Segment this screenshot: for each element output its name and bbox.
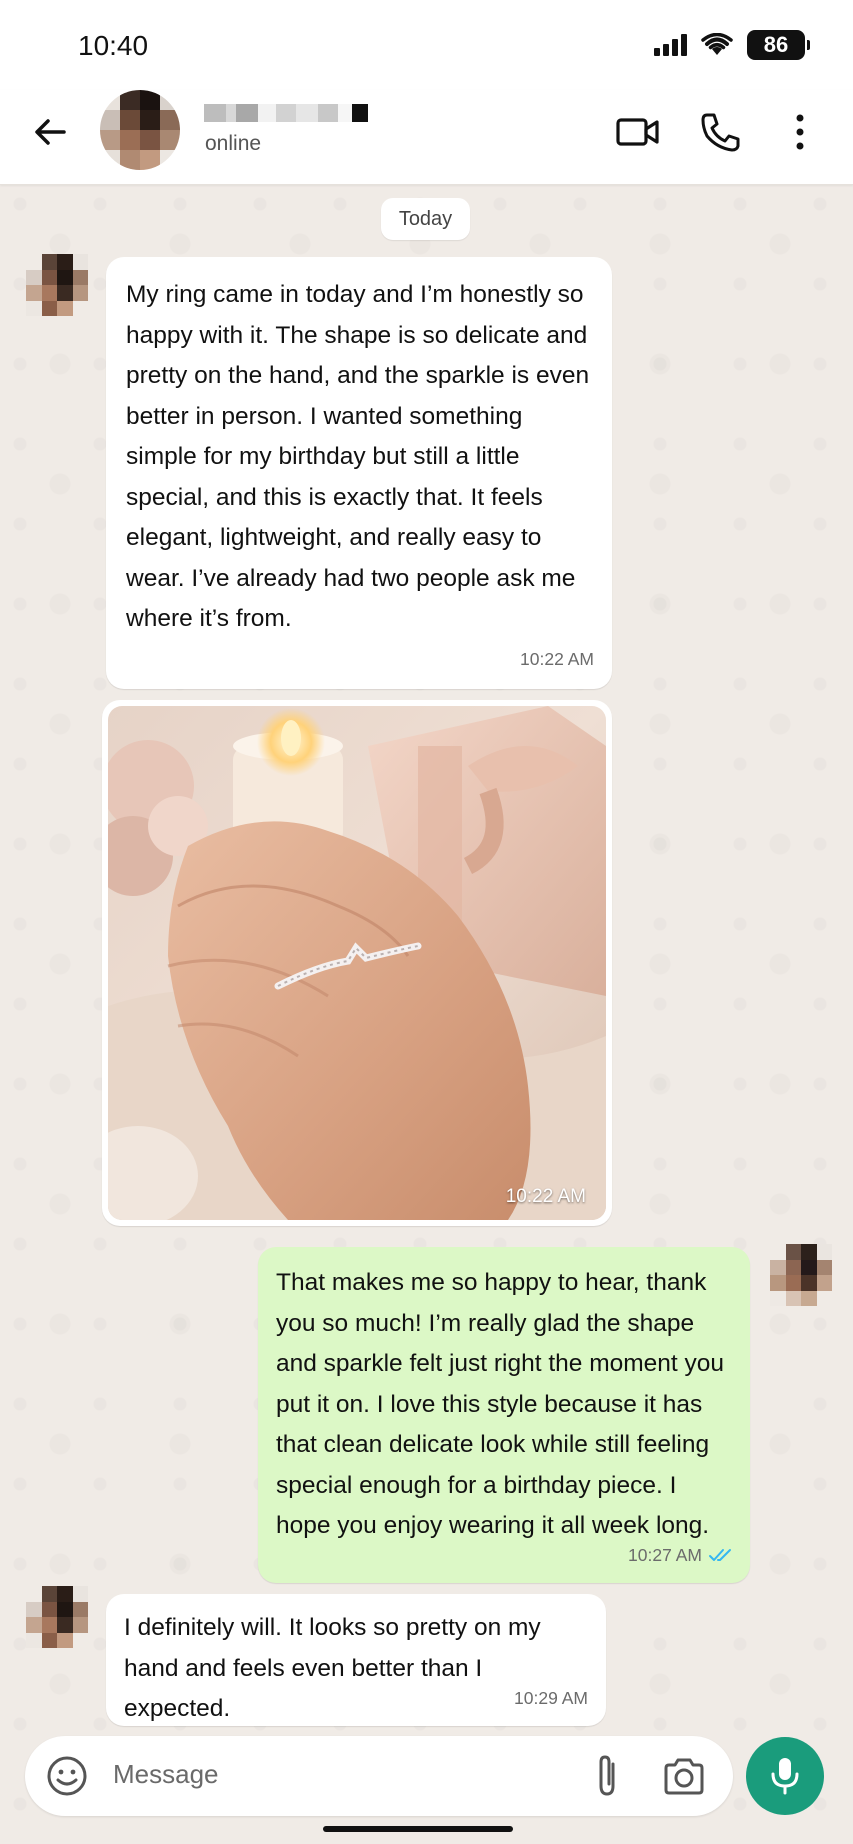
- phone-call-icon[interactable]: [697, 108, 745, 156]
- read-ticks-icon: [709, 1548, 731, 1561]
- message-text: My ring came in today and I’m honestly s…: [126, 281, 590, 632]
- battery-indicator: 86: [747, 30, 810, 60]
- wifi-icon: [701, 33, 733, 55]
- own-avatar[interactable]: [770, 1244, 832, 1306]
- incoming-message-bubble[interactable]: I definitely will. It looks so pretty on…: [106, 1594, 606, 1726]
- incoming-image-message[interactable]: 10:22 AM: [102, 700, 612, 1226]
- video-call-icon[interactable]: [614, 108, 662, 156]
- date-separator: Today: [381, 198, 470, 240]
- status-bar: 10:40 86: [0, 0, 853, 90]
- message-input[interactable]: Message: [113, 1759, 219, 1790]
- more-options-icon[interactable]: [776, 108, 824, 156]
- home-indicator: [323, 1826, 513, 1832]
- status-icons: 86: [654, 30, 810, 60]
- message-composer: Message: [25, 1736, 733, 1816]
- incoming-message-bubble[interactable]: My ring came in today and I’m honestly s…: [106, 257, 612, 689]
- paperclip-icon[interactable]: [585, 1752, 629, 1800]
- ring-photo[interactable]: 10:22 AM: [108, 706, 606, 1220]
- cellular-signal-icon: [654, 34, 687, 56]
- image-timestamp: 10:22 AM: [505, 1186, 586, 1207]
- back-arrow-icon[interactable]: [28, 110, 72, 154]
- sender-avatar[interactable]: [26, 1586, 88, 1648]
- camera-icon[interactable]: [661, 1754, 707, 1798]
- contact-avatar[interactable]: [100, 90, 180, 170]
- photo-ring-on-hand: [108, 706, 606, 1220]
- status-time: 10:40: [78, 30, 149, 61]
- message-text: That makes me so happy to hear, thank yo…: [276, 1269, 725, 1539]
- contact-name-redacted[interactable]: [204, 104, 368, 122]
- microphone-icon: [771, 1758, 799, 1795]
- outgoing-message-bubble[interactable]: That makes me so happy to hear, thank yo…: [258, 1247, 750, 1583]
- message-timestamp: 10:29 AM: [514, 1687, 588, 1708]
- microphone-button[interactable]: [746, 1737, 824, 1815]
- chat-header: online: [0, 90, 853, 185]
- contact-status: online: [205, 132, 262, 155]
- message-timestamp: 10:22 AM: [520, 648, 594, 669]
- message-timestamp: 10:27 AM: [628, 1535, 736, 1576]
- sender-avatar[interactable]: [26, 254, 88, 316]
- emoji-icon[interactable]: [45, 1754, 89, 1798]
